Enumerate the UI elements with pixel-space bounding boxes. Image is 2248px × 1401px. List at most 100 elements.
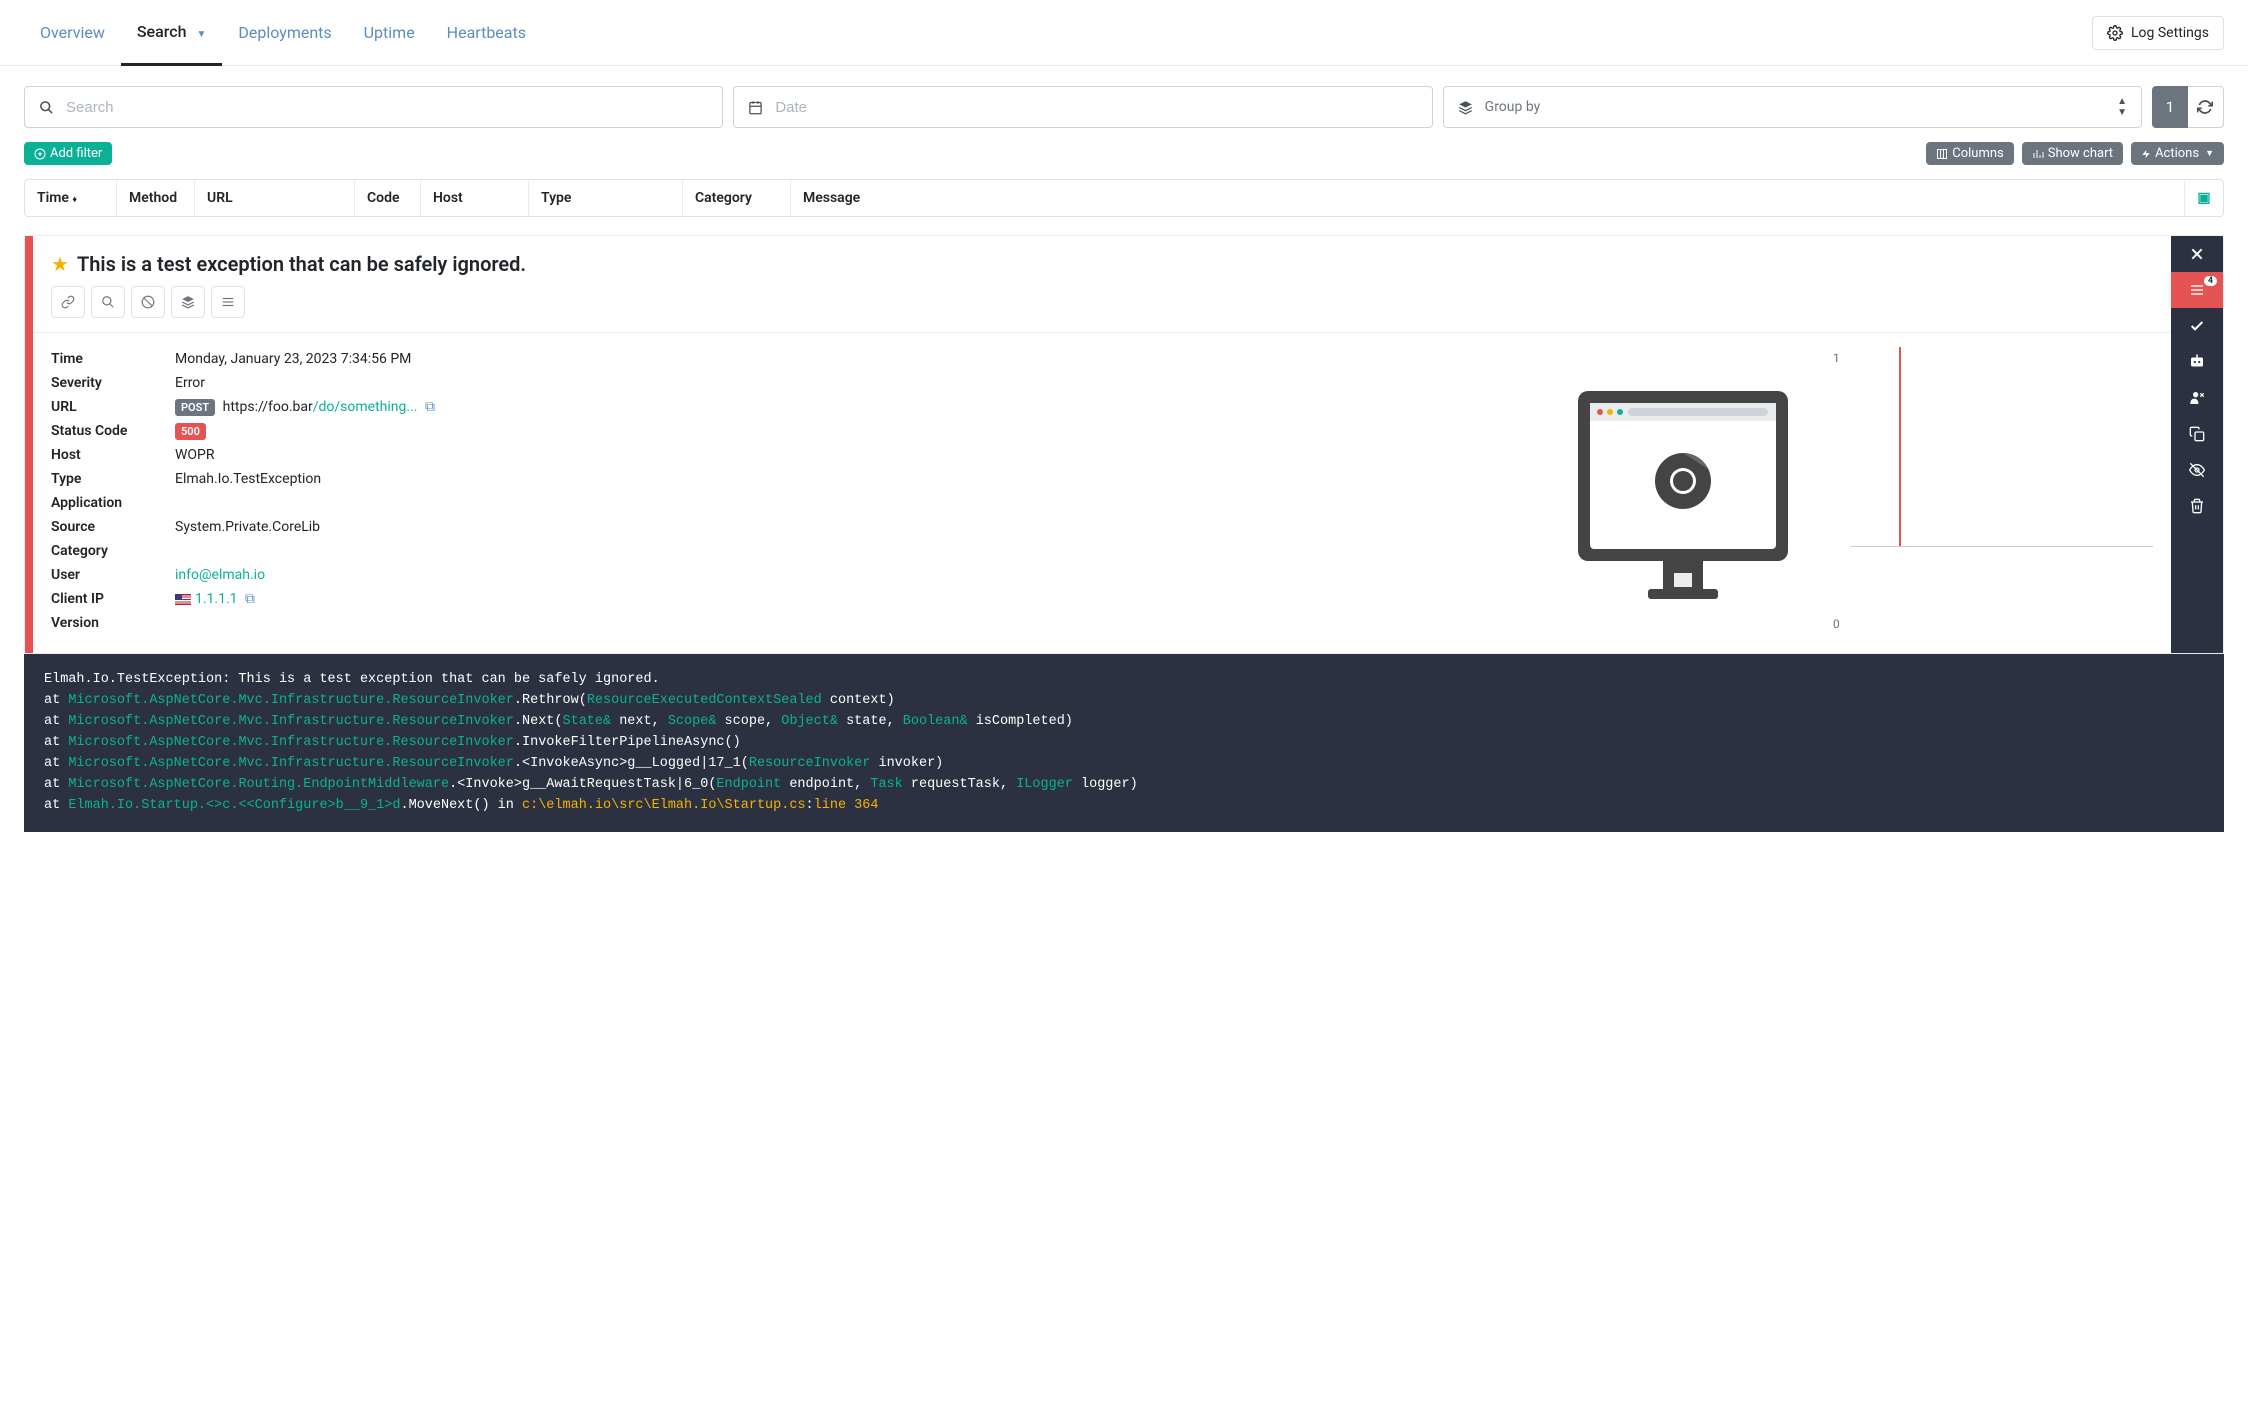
secondary-controls: Add filter Columns Show chart Actions ▼ [0,136,2248,179]
prop-host-value: WOPR [175,447,1533,463]
show-chart-button[interactable]: Show chart [2022,142,2123,165]
eye-off-icon [2188,462,2206,478]
prop-time-value: Monday, January 23, 2023 7:34:56 PM [175,351,1533,367]
prop-app-label: Application [51,495,175,511]
related-count: 4 [2204,276,2217,286]
result-count: 1 [2152,86,2188,128]
check-icon [2189,318,2205,334]
prop-severity-label: Severity [51,375,175,391]
nav-search[interactable]: Search ▼ [121,0,223,66]
th-time[interactable]: Time ♦ [25,180,117,216]
permalink-button[interactable] [51,286,85,318]
nav-uptime[interactable]: Uptime [348,1,431,64]
side-actions: 4 [2171,236,2223,653]
chart-data-line [1899,347,1901,546]
stack-exception-line: Elmah.Io.TestException: This is a test e… [44,670,2204,691]
prop-type-label: Type [51,471,175,487]
list-icon [2189,282,2205,298]
robot-icon [2188,354,2206,370]
prop-app-value [175,495,1533,511]
add-filter-label: Add filter [50,146,102,161]
group-button[interactable] [171,286,205,318]
refresh-icon [2197,99,2213,115]
link-icon [61,295,75,309]
caret-down-icon: ▼ [2205,148,2214,159]
occurrence-chart: 1 0 [1833,347,2153,635]
table-header: Time ♦ Method URL Code Host Type Categor… [24,179,2224,217]
search-input-wrap[interactable] [24,86,723,128]
stack-frame: at Microsoft.AspNetCore.Mvc.Infrastructu… [44,754,2204,775]
stack-frame: at Microsoft.AspNetCore.Routing.Endpoint… [44,775,2204,796]
nav-overview[interactable]: Overview [24,1,121,64]
layers-icon [181,295,195,309]
prop-host-label: Host [51,447,175,463]
collapse-all-button[interactable]: ▣ [2185,180,2223,216]
chart-icon [2032,148,2044,160]
th-method[interactable]: Method [117,180,195,216]
close-icon [2189,246,2205,262]
bot-button[interactable] [2171,344,2223,380]
ignore-button[interactable] [131,286,165,318]
assign-button[interactable] [2171,380,2223,416]
detail-panel: ★ This is a test exception that can be s… [24,235,2224,654]
th-type[interactable]: Type [529,180,683,216]
search-icon [39,100,54,115]
external-link-icon[interactable]: ⧉ [425,399,435,415]
stack-frame: at Microsoft.AspNetCore.Mvc.Infrastructu… [44,691,2204,712]
collapse-icon: ▣ [2197,190,2210,206]
copy-button[interactable] [2171,416,2223,452]
nav-heartbeats[interactable]: Heartbeats [431,1,542,64]
find-similar-button[interactable] [91,286,125,318]
list-button[interactable] [211,286,245,318]
th-host[interactable]: Host [421,180,529,216]
prop-version-value [175,615,1533,631]
user-link[interactable]: info@elmah.io [175,567,265,583]
us-flag-icon [175,594,191,605]
external-link-icon[interactable]: ⧉ [245,591,255,607]
method-badge: POST [175,399,215,416]
resolve-button[interactable] [2171,308,2223,344]
log-settings-button[interactable]: Log Settings [2092,16,2224,50]
hide-button[interactable] [2171,452,2223,488]
top-nav: Overview Search ▼ Deployments Uptime Hea… [0,0,2248,66]
date-input[interactable] [775,99,1417,116]
prop-source-value: System.Private.CoreLib [175,519,1533,535]
star-icon[interactable]: ★ [51,252,69,276]
plus-circle-icon [34,148,46,160]
close-button[interactable] [2171,236,2223,272]
columns-button[interactable]: Columns [1926,142,2014,165]
search-icon [101,295,115,309]
columns-icon [1936,148,1948,160]
clientip-link[interactable]: 1.1.1.1 [195,591,238,607]
groupby-select[interactable]: Group by ▲▼ [1443,86,2142,128]
prop-status-label: Status Code [51,423,175,439]
status-badge: 500 [175,423,206,440]
th-message[interactable]: Message [791,180,2185,216]
browser-illustration [1553,347,1813,635]
sort-icon: ♦ [72,195,77,205]
prop-category-value [175,543,1533,559]
prop-category-label: Category [51,543,175,559]
delete-button[interactable] [2171,488,2223,524]
prop-time-label: Time [51,351,175,367]
prop-url-value: POST https://foo.bar/do/something... ⧉ [175,399,1533,415]
show-chart-label: Show chart [2048,146,2113,161]
add-filter-button[interactable]: Add filter [24,142,112,165]
date-input-wrap[interactable] [733,86,1432,128]
nav-search-label: Search [137,22,187,41]
related-button[interactable]: 4 [2171,272,2223,308]
search-input[interactable] [66,99,708,116]
th-code[interactable]: Code [355,180,421,216]
th-category[interactable]: Category [683,180,791,216]
trash-icon [2189,498,2205,514]
th-url[interactable]: URL [195,180,355,216]
nav-deployments[interactable]: Deployments [222,1,347,64]
refresh-button[interactable] [2188,86,2224,128]
caret-down-icon: ▼ [196,29,206,40]
calendar-icon [748,100,763,115]
url-path-link[interactable]: /do/something... [313,399,418,415]
actions-button[interactable]: Actions ▼ [2131,142,2224,165]
filter-controls: Group by ▲▼ 1 [0,66,2248,136]
severity-stripe [25,236,33,653]
sort-icon: ▲▼ [2117,96,2127,118]
